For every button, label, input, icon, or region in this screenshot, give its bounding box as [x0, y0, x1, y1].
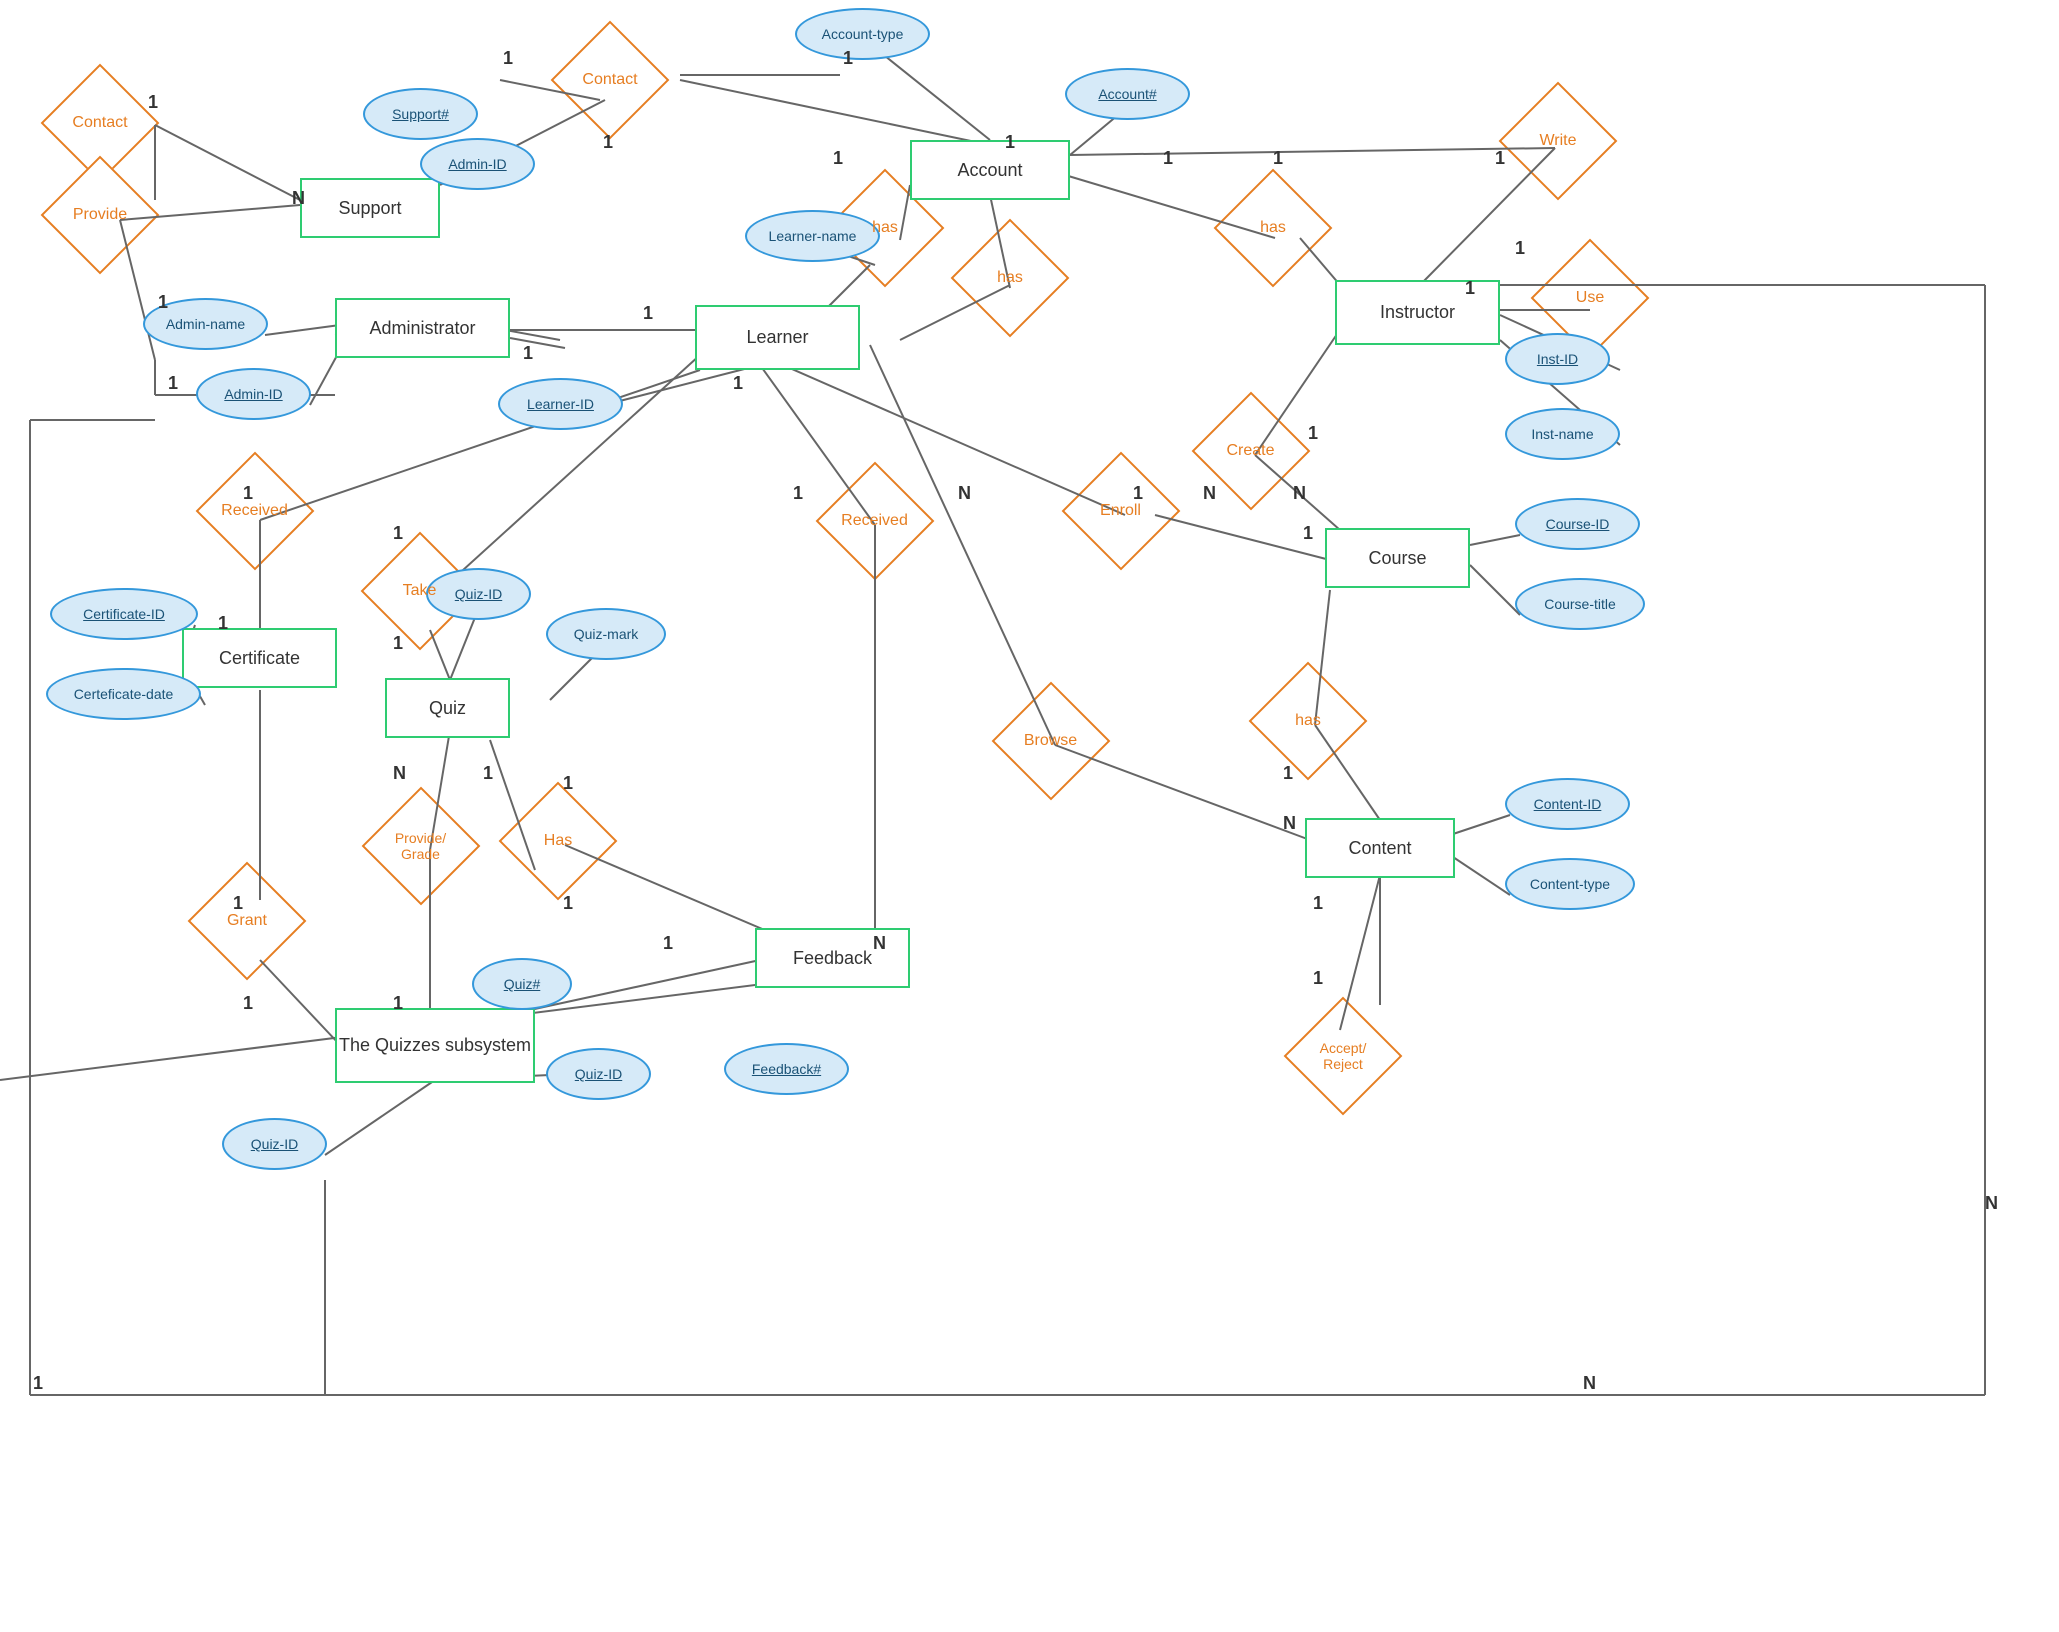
diamond-has3: has: [1228, 198, 1318, 258]
diamond-write: Write: [1508, 108, 1608, 173]
diamond-received2: Received: [822, 488, 927, 553]
card-n5: N: [393, 763, 406, 784]
card-10: 1: [1465, 278, 1475, 299]
diamond-has-quiz: Has: [513, 808, 603, 873]
card-14: 1: [523, 343, 533, 364]
card-34: 1: [1313, 968, 1323, 989]
card-18: 1: [1303, 523, 1313, 544]
attr-quiz-id-bot1: Quiz-ID: [546, 1048, 651, 1100]
attr-admin-id-bot: Admin-ID: [196, 368, 311, 420]
attr-content-type: Content-type: [1505, 858, 1635, 910]
entity-feedback: Feedback: [755, 928, 910, 988]
card-n9: N: [1985, 1193, 1998, 1214]
diamond-use: Use: [1545, 265, 1635, 330]
attr-course-id: Course-ID: [1515, 498, 1640, 550]
entity-certificate: Certificate: [182, 628, 337, 688]
card-13: 1: [168, 373, 178, 394]
attr-cert-id: Certificate-ID: [50, 588, 198, 640]
card-22: 1: [218, 613, 228, 634]
card-30: 1: [243, 993, 253, 1014]
card-24: 1: [393, 633, 403, 654]
card-2: 1: [843, 48, 853, 69]
entity-quizzes-subsystem: The Quizzes subsystem: [335, 1008, 535, 1083]
diamond-provide-grade: Provide/Grade: [368, 808, 473, 883]
card-28: 1: [663, 933, 673, 954]
entity-content: Content: [1305, 818, 1455, 878]
entity-quiz: Quiz: [385, 678, 510, 738]
card-16: 1: [733, 373, 743, 394]
card-4: 1: [833, 148, 843, 169]
card-1: 1: [503, 48, 513, 69]
card-31: 1: [393, 993, 403, 1014]
entity-learner: Learner: [695, 305, 860, 370]
entity-instructor: Instructor: [1335, 280, 1500, 345]
card-n2: N: [1293, 483, 1306, 504]
attr-course-title: Course-title: [1515, 578, 1645, 630]
card-17: 1: [1308, 423, 1318, 444]
attr-learner-name: Learner-name: [745, 210, 880, 262]
attr-support-num: Support#: [363, 88, 478, 140]
card-n3: N: [1203, 483, 1216, 504]
diamond-provide: Provide: [45, 180, 155, 250]
card-5: 1: [1005, 132, 1015, 153]
attr-quiz-id-top: Quiz-ID: [426, 568, 531, 620]
card-8: 1: [1495, 148, 1505, 169]
attr-admin-id-top: Admin-ID: [420, 138, 535, 190]
attr-quiz-num: Quiz#: [472, 958, 572, 1010]
card-7: 1: [1273, 148, 1283, 169]
card-33: 1: [1313, 893, 1323, 914]
entity-course: Course: [1325, 528, 1470, 588]
card-3: 1: [603, 132, 613, 153]
diamond-create: Create: [1203, 418, 1298, 483]
card-15: 1: [643, 303, 653, 324]
attr-content-id: Content-ID: [1505, 778, 1630, 830]
entity-administrator: Administrator: [335, 298, 510, 358]
entity-support: Support: [300, 178, 440, 238]
diamond-contact-top: Contact: [555, 45, 665, 115]
diamond-received1: Received: [202, 478, 307, 543]
attr-account-type: Account-type: [795, 8, 930, 60]
card-35: 1: [33, 1373, 43, 1394]
attr-account-num: Account#: [1065, 68, 1190, 120]
attr-learner-id: Learner-ID: [498, 378, 623, 430]
erd-diagram: Account Support Administrator Learner In…: [0, 0, 2059, 1632]
diamond-has2: has: [965, 248, 1055, 308]
attr-inst-name: Inst-name: [1505, 408, 1620, 460]
card-n6: N: [873, 933, 886, 954]
attr-feedback-num: Feedback#: [724, 1043, 849, 1095]
diamond-grant: Grant: [202, 888, 292, 953]
connection-lines: [0, 0, 2059, 1632]
card-6: 1: [1163, 148, 1173, 169]
card-20: 1: [793, 483, 803, 504]
card-n7: N: [1283, 813, 1296, 834]
card-n1: N: [292, 188, 305, 209]
attr-inst-id: Inst-ID: [1505, 333, 1610, 385]
card-9: 1: [1515, 238, 1525, 259]
card-26: 1: [563, 773, 573, 794]
card-25: 1: [483, 763, 493, 784]
diamond-enroll: Enroll: [1073, 478, 1168, 543]
diamond-browse: Browse: [1003, 708, 1098, 773]
diamond-has-course: has: [1263, 688, 1353, 753]
attr-quiz-mark: Quiz-mark: [546, 608, 666, 660]
diamond-contact-left: Contact: [45, 88, 155, 158]
card-32: 1: [1283, 763, 1293, 784]
entity-account: Account: [910, 140, 1070, 200]
card-23: 1: [393, 523, 403, 544]
card-27: 1: [563, 893, 573, 914]
diamond-accept-reject: Accept/Reject: [1288, 1018, 1398, 1093]
card-11: 1: [148, 92, 158, 113]
card-n8: N: [1583, 1373, 1596, 1394]
attr-cert-date: Certeficate-date: [46, 668, 201, 720]
attr-quiz-id-bot2: Quiz-ID: [222, 1118, 327, 1170]
card-12: 1: [158, 292, 168, 313]
card-n4: N: [958, 483, 971, 504]
